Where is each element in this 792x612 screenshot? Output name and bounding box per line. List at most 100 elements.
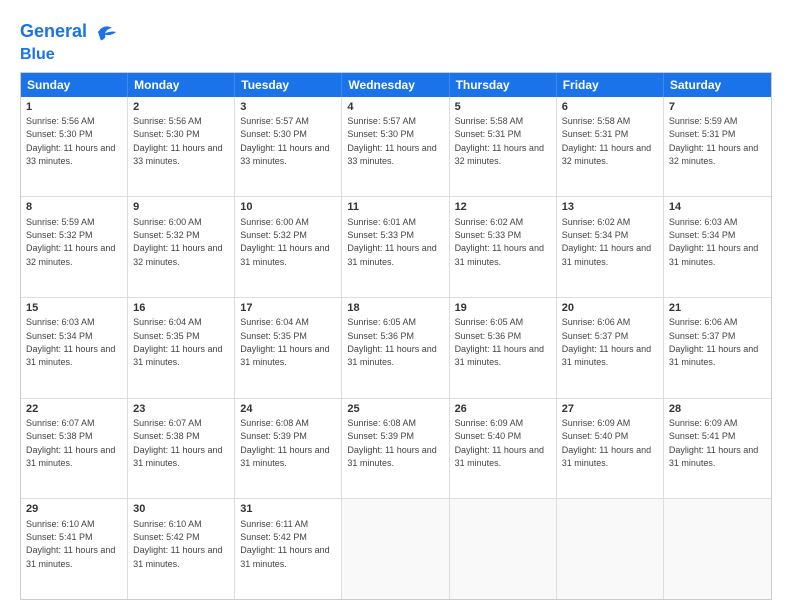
- cell-info: Sunrise: 6:00 AMSunset: 5:32 PMDaylight:…: [133, 217, 222, 267]
- cell-info: Sunrise: 6:09 AMSunset: 5:40 PMDaylight:…: [562, 418, 651, 468]
- day-number: 29: [26, 502, 122, 516]
- calendar-cell: 4 Sunrise: 5:57 AMSunset: 5:30 PMDayligh…: [342, 97, 449, 197]
- day-number: 27: [562, 402, 658, 416]
- calendar-cell: 31 Sunrise: 6:11 AMSunset: 5:42 PMDaylig…: [235, 499, 342, 599]
- cell-info: Sunrise: 5:57 AMSunset: 5:30 PMDaylight:…: [240, 116, 329, 166]
- calendar-cell: [557, 499, 664, 599]
- weekday-header: Saturday: [664, 73, 771, 97]
- day-number: 24: [240, 402, 336, 416]
- day-number: 18: [347, 301, 443, 315]
- day-number: 19: [455, 301, 551, 315]
- cell-info: Sunrise: 6:05 AMSunset: 5:36 PMDaylight:…: [347, 317, 436, 367]
- calendar-cell: 1 Sunrise: 5:56 AMSunset: 5:30 PMDayligh…: [21, 97, 128, 197]
- cell-info: Sunrise: 6:00 AMSunset: 5:32 PMDaylight:…: [240, 217, 329, 267]
- calendar-cell: 12 Sunrise: 6:02 AMSunset: 5:33 PMDaylig…: [450, 197, 557, 297]
- calendar-cell: 9 Sunrise: 6:00 AMSunset: 5:32 PMDayligh…: [128, 197, 235, 297]
- weekday-header: Wednesday: [342, 73, 449, 97]
- calendar-cell: 21 Sunrise: 6:06 AMSunset: 5:37 PMDaylig…: [664, 298, 771, 398]
- calendar-cell: 26 Sunrise: 6:09 AMSunset: 5:40 PMDaylig…: [450, 399, 557, 499]
- day-number: 20: [562, 301, 658, 315]
- calendar-cell: 17 Sunrise: 6:04 AMSunset: 5:35 PMDaylig…: [235, 298, 342, 398]
- page: General Blue SundayMondayTuesdayWednesda…: [0, 0, 792, 612]
- day-number: 13: [562, 200, 658, 214]
- calendar-header: SundayMondayTuesdayWednesdayThursdayFrid…: [21, 73, 771, 97]
- cell-info: Sunrise: 6:09 AMSunset: 5:40 PMDaylight:…: [455, 418, 544, 468]
- calendar-cell: [664, 499, 771, 599]
- weekday-header: Tuesday: [235, 73, 342, 97]
- day-number: 11: [347, 200, 443, 214]
- cell-info: Sunrise: 5:57 AMSunset: 5:30 PMDaylight:…: [347, 116, 436, 166]
- cell-info: Sunrise: 6:11 AMSunset: 5:42 PMDaylight:…: [240, 519, 329, 569]
- cell-info: Sunrise: 6:10 AMSunset: 5:42 PMDaylight:…: [133, 519, 222, 569]
- calendar-row: 29 Sunrise: 6:10 AMSunset: 5:41 PMDaylig…: [21, 499, 771, 599]
- cell-info: Sunrise: 6:08 AMSunset: 5:39 PMDaylight:…: [347, 418, 436, 468]
- calendar-row: 15 Sunrise: 6:03 AMSunset: 5:34 PMDaylig…: [21, 298, 771, 399]
- day-number: 8: [26, 200, 122, 214]
- logo: General Blue: [20, 18, 119, 64]
- day-number: 10: [240, 200, 336, 214]
- cell-info: Sunrise: 5:56 AMSunset: 5:30 PMDaylight:…: [133, 116, 222, 166]
- calendar: SundayMondayTuesdayWednesdayThursdayFrid…: [20, 72, 772, 600]
- day-number: 12: [455, 200, 551, 214]
- cell-info: Sunrise: 6:07 AMSunset: 5:38 PMDaylight:…: [133, 418, 222, 468]
- calendar-row: 1 Sunrise: 5:56 AMSunset: 5:30 PMDayligh…: [21, 97, 771, 198]
- calendar-cell: [450, 499, 557, 599]
- logo-bird-icon: [91, 18, 119, 46]
- day-number: 23: [133, 402, 229, 416]
- calendar-cell: 18 Sunrise: 6:05 AMSunset: 5:36 PMDaylig…: [342, 298, 449, 398]
- weekday-header: Sunday: [21, 73, 128, 97]
- calendar-cell: 11 Sunrise: 6:01 AMSunset: 5:33 PMDaylig…: [342, 197, 449, 297]
- cell-info: Sunrise: 6:04 AMSunset: 5:35 PMDaylight:…: [133, 317, 222, 367]
- day-number: 15: [26, 301, 122, 315]
- calendar-cell: 19 Sunrise: 6:05 AMSunset: 5:36 PMDaylig…: [450, 298, 557, 398]
- day-number: 9: [133, 200, 229, 214]
- day-number: 2: [133, 100, 229, 114]
- cell-info: Sunrise: 6:10 AMSunset: 5:41 PMDaylight:…: [26, 519, 115, 569]
- day-number: 25: [347, 402, 443, 416]
- cell-info: Sunrise: 6:03 AMSunset: 5:34 PMDaylight:…: [669, 217, 758, 267]
- header: General Blue: [20, 18, 772, 64]
- calendar-cell: 28 Sunrise: 6:09 AMSunset: 5:41 PMDaylig…: [664, 399, 771, 499]
- day-number: 31: [240, 502, 336, 516]
- day-number: 6: [562, 100, 658, 114]
- calendar-cell: 10 Sunrise: 6:00 AMSunset: 5:32 PMDaylig…: [235, 197, 342, 297]
- cell-info: Sunrise: 5:58 AMSunset: 5:31 PMDaylight:…: [562, 116, 651, 166]
- cell-info: Sunrise: 6:05 AMSunset: 5:36 PMDaylight:…: [455, 317, 544, 367]
- day-number: 3: [240, 100, 336, 114]
- calendar-cell: [342, 499, 449, 599]
- calendar-cell: 3 Sunrise: 5:57 AMSunset: 5:30 PMDayligh…: [235, 97, 342, 197]
- cell-info: Sunrise: 6:01 AMSunset: 5:33 PMDaylight:…: [347, 217, 436, 267]
- day-number: 26: [455, 402, 551, 416]
- calendar-cell: 2 Sunrise: 5:56 AMSunset: 5:30 PMDayligh…: [128, 97, 235, 197]
- calendar-cell: 15 Sunrise: 6:03 AMSunset: 5:34 PMDaylig…: [21, 298, 128, 398]
- logo-text2: Blue: [20, 46, 119, 64]
- calendar-cell: 23 Sunrise: 6:07 AMSunset: 5:38 PMDaylig…: [128, 399, 235, 499]
- calendar-cell: 7 Sunrise: 5:59 AMSunset: 5:31 PMDayligh…: [664, 97, 771, 197]
- calendar-cell: 24 Sunrise: 6:08 AMSunset: 5:39 PMDaylig…: [235, 399, 342, 499]
- weekday-header: Monday: [128, 73, 235, 97]
- cell-info: Sunrise: 6:04 AMSunset: 5:35 PMDaylight:…: [240, 317, 329, 367]
- day-number: 4: [347, 100, 443, 114]
- calendar-cell: 6 Sunrise: 5:58 AMSunset: 5:31 PMDayligh…: [557, 97, 664, 197]
- calendar-cell: 20 Sunrise: 6:06 AMSunset: 5:37 PMDaylig…: [557, 298, 664, 398]
- cell-info: Sunrise: 5:56 AMSunset: 5:30 PMDaylight:…: [26, 116, 115, 166]
- cell-info: Sunrise: 6:08 AMSunset: 5:39 PMDaylight:…: [240, 418, 329, 468]
- calendar-cell: 25 Sunrise: 6:08 AMSunset: 5:39 PMDaylig…: [342, 399, 449, 499]
- cell-info: Sunrise: 6:06 AMSunset: 5:37 PMDaylight:…: [562, 317, 651, 367]
- cell-info: Sunrise: 6:02 AMSunset: 5:33 PMDaylight:…: [455, 217, 544, 267]
- calendar-cell: 22 Sunrise: 6:07 AMSunset: 5:38 PMDaylig…: [21, 399, 128, 499]
- calendar-cell: 27 Sunrise: 6:09 AMSunset: 5:40 PMDaylig…: [557, 399, 664, 499]
- calendar-row: 8 Sunrise: 5:59 AMSunset: 5:32 PMDayligh…: [21, 197, 771, 298]
- calendar-body: 1 Sunrise: 5:56 AMSunset: 5:30 PMDayligh…: [21, 97, 771, 599]
- cell-info: Sunrise: 5:58 AMSunset: 5:31 PMDaylight:…: [455, 116, 544, 166]
- calendar-cell: 5 Sunrise: 5:58 AMSunset: 5:31 PMDayligh…: [450, 97, 557, 197]
- cell-info: Sunrise: 6:03 AMSunset: 5:34 PMDaylight:…: [26, 317, 115, 367]
- calendar-cell: 29 Sunrise: 6:10 AMSunset: 5:41 PMDaylig…: [21, 499, 128, 599]
- day-number: 7: [669, 100, 766, 114]
- cell-info: Sunrise: 5:59 AMSunset: 5:32 PMDaylight:…: [26, 217, 115, 267]
- logo-text: General: [20, 22, 87, 42]
- calendar-cell: 14 Sunrise: 6:03 AMSunset: 5:34 PMDaylig…: [664, 197, 771, 297]
- day-number: 14: [669, 200, 766, 214]
- day-number: 30: [133, 502, 229, 516]
- day-number: 22: [26, 402, 122, 416]
